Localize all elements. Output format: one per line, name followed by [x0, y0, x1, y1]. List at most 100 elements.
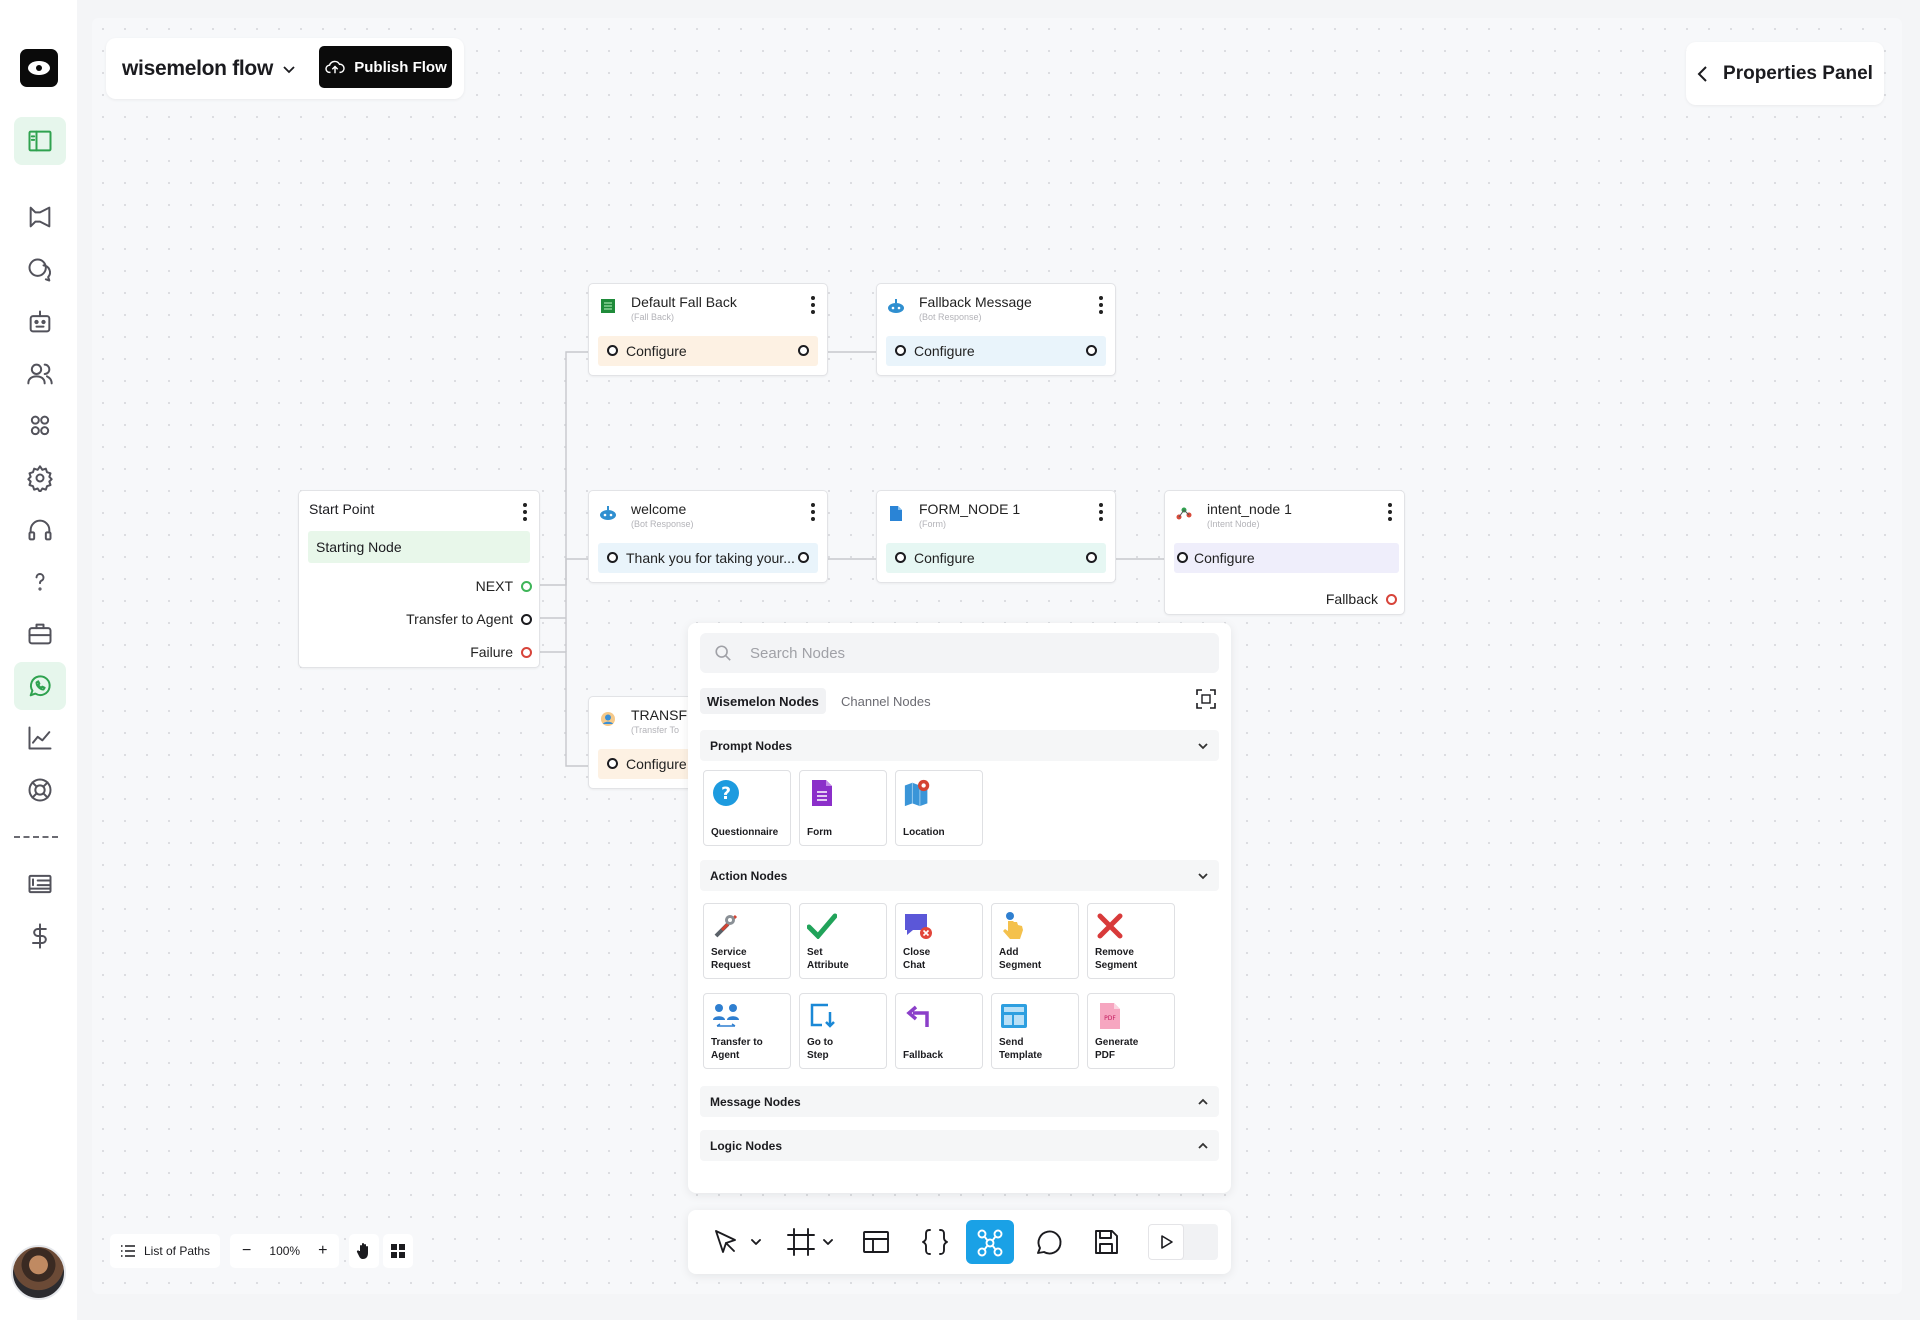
- configure-button[interactable]: Configure: [1174, 543, 1399, 573]
- properties-panel-label: Properties Panel: [1723, 62, 1873, 84]
- sidebar-item-bots[interactable]: [14, 298, 66, 346]
- sidebar-item-lifebuoy[interactable]: [14, 766, 66, 814]
- configure-button[interactable]: Thank you for taking your...: [598, 543, 818, 573]
- output-handle[interactable]: [798, 552, 809, 563]
- input-handle[interactable]: [607, 552, 618, 563]
- section-title: Action Nodes: [710, 868, 788, 883]
- frame-tool-button[interactable]: [782, 1220, 820, 1264]
- tile-go-to-step[interactable]: Go to Step: [799, 993, 887, 1069]
- tile-form[interactable]: Form: [799, 770, 887, 846]
- configure-button[interactable]: Configure: [886, 543, 1106, 573]
- configure-button[interactable]: Configure: [598, 336, 818, 366]
- tile-fallback[interactable]: Fallback: [895, 993, 983, 1069]
- zoom-out-button[interactable]: −: [242, 1242, 251, 1260]
- tile-transfer-to-agent[interactable]: Transfer to Agent: [703, 993, 791, 1069]
- grid-view-button[interactable]: [383, 1234, 414, 1268]
- node-menu-icon[interactable]: [1099, 503, 1103, 524]
- intent-node[interactable]: intent_node 1 (Intent Node) Configure Fa…: [1164, 490, 1405, 615]
- tile-close-chat[interactable]: Close Chat: [895, 903, 983, 979]
- properties-panel-button[interactable]: Properties Panel: [1686, 42, 1884, 105]
- sidebar-item-whatsapp[interactable]: [14, 662, 66, 710]
- tile-service-request[interactable]: Service Request: [703, 903, 791, 979]
- input-handle[interactable]: [607, 758, 618, 769]
- tile-set-attribute[interactable]: Set Attribute: [799, 903, 887, 979]
- node-menu-icon[interactable]: [811, 503, 815, 524]
- chevron-down-icon: [823, 1239, 833, 1245]
- sidebar-item-chats[interactable]: [14, 246, 66, 294]
- section-title: Prompt Nodes: [710, 738, 793, 753]
- list-of-paths-button[interactable]: List of Paths: [110, 1234, 221, 1268]
- layout-tool-button[interactable]: [854, 1220, 898, 1264]
- sidebar-item-settings[interactable]: [14, 454, 66, 502]
- output-handle[interactable]: [1086, 552, 1097, 563]
- fallback-message-node[interactable]: Fallback Message (Bot Response) Configur…: [876, 283, 1116, 376]
- sidebar-item-contacts[interactable]: [14, 350, 66, 398]
- run-flow-toggle[interactable]: [1148, 1224, 1218, 1260]
- output-handle[interactable]: [798, 345, 809, 356]
- input-handle[interactable]: [607, 345, 618, 356]
- search-nodes-input[interactable]: Search Nodes: [700, 633, 1219, 673]
- tab-channel-nodes[interactable]: Channel Nodes: [834, 688, 938, 714]
- frame-tool-dropdown[interactable]: [820, 1220, 836, 1264]
- input-handle[interactable]: [1177, 552, 1188, 563]
- output-transfer-handle[interactable]: [521, 614, 532, 625]
- select-tool-dropdown[interactable]: [748, 1220, 764, 1264]
- form-node[interactable]: FORM_NODE 1 (Form) Configure: [876, 490, 1116, 583]
- default-fallback-node[interactable]: Default Fall Back (Fall Back) Configure: [588, 283, 828, 376]
- pan-tool-button[interactable]: [349, 1234, 380, 1268]
- section-action-nodes[interactable]: Action Nodes: [700, 860, 1219, 891]
- sidebar-item-business[interactable]: [14, 610, 66, 658]
- output-handle[interactable]: [1086, 345, 1097, 356]
- tile-send-template[interactable]: Send Template: [991, 993, 1079, 1069]
- sidebar-item-teams[interactable]: [14, 402, 66, 450]
- sidebar-item-help[interactable]: [14, 558, 66, 606]
- tile-remove-segment[interactable]: Remove Segment: [1087, 903, 1175, 979]
- tile-location[interactable]: Location: [895, 770, 983, 846]
- sidebar-item-billing[interactable]: [14, 912, 66, 960]
- sidebar-item-analytics[interactable]: [14, 714, 66, 762]
- configure-button[interactable]: Configure: [886, 336, 1106, 366]
- chevron-down-icon: [1198, 743, 1208, 750]
- node-menu-icon[interactable]: [523, 503, 527, 524]
- welcome-node[interactable]: welcome (Bot Response) Thank you for tak…: [588, 490, 828, 583]
- tile-generate-pdf[interactable]: PDF Generate PDF: [1087, 993, 1175, 1069]
- flow-name[interactable]: wisemelon flow: [122, 57, 273, 81]
- tile-questionnaire[interactable]: ? Questionnaire: [703, 770, 791, 846]
- tile-add-segment[interactable]: Add Segment: [991, 903, 1079, 979]
- input-handle[interactable]: [895, 345, 906, 356]
- play-button[interactable]: [1148, 1224, 1184, 1260]
- output-next-handle[interactable]: [521, 581, 532, 592]
- nodes-tool-button[interactable]: [966, 1220, 1014, 1264]
- zoom-in-button[interactable]: +: [318, 1242, 327, 1260]
- section-prompt-nodes[interactable]: Prompt Nodes: [700, 730, 1219, 761]
- sidebar-item-pricing-table[interactable]: [14, 860, 66, 908]
- node-menu-icon[interactable]: [1388, 503, 1392, 524]
- chevron-down-icon[interactable]: [281, 61, 297, 77]
- node-menu-icon[interactable]: [811, 296, 815, 317]
- input-handle[interactable]: [895, 552, 906, 563]
- app-logo[interactable]: [20, 49, 58, 87]
- node-title: FORM_NODE 1: [919, 501, 1021, 517]
- section-logic-nodes[interactable]: Logic Nodes: [700, 1130, 1219, 1161]
- publish-flow-button[interactable]: Publish Flow: [319, 46, 452, 88]
- start-point-node[interactable]: Start Point Starting Node NEXT Transfer …: [298, 490, 540, 668]
- fullscreen-icon[interactable]: [1195, 688, 1217, 710]
- node-menu-icon[interactable]: [1099, 296, 1103, 317]
- agents-transfer-icon: [711, 1001, 741, 1031]
- output-failure-handle[interactable]: [521, 647, 532, 658]
- node-palette-panel: Search Nodes Wisemelon Nodes Channel Nod…: [688, 623, 1231, 1193]
- output-transfer-label: Transfer to Agent: [406, 611, 513, 627]
- comment-tool-button[interactable]: [1026, 1220, 1070, 1264]
- variables-tool-button[interactable]: [913, 1220, 957, 1264]
- section-message-nodes[interactable]: Message Nodes: [700, 1086, 1219, 1117]
- sidebar-item-flows[interactable]: [14, 117, 66, 165]
- output-fallback-handle[interactable]: [1386, 594, 1397, 605]
- configure-label: Configure: [914, 550, 975, 566]
- chart-line-icon: [28, 726, 52, 750]
- sidebar-item-campaigns[interactable]: [14, 193, 66, 241]
- tab-wisemelon-nodes[interactable]: Wisemelon Nodes: [700, 688, 826, 714]
- save-button[interactable]: [1084, 1220, 1128, 1264]
- sidebar-item-support[interactable]: [14, 506, 66, 554]
- select-tool-button[interactable]: [706, 1220, 746, 1264]
- user-avatar[interactable]: [11, 1245, 66, 1300]
